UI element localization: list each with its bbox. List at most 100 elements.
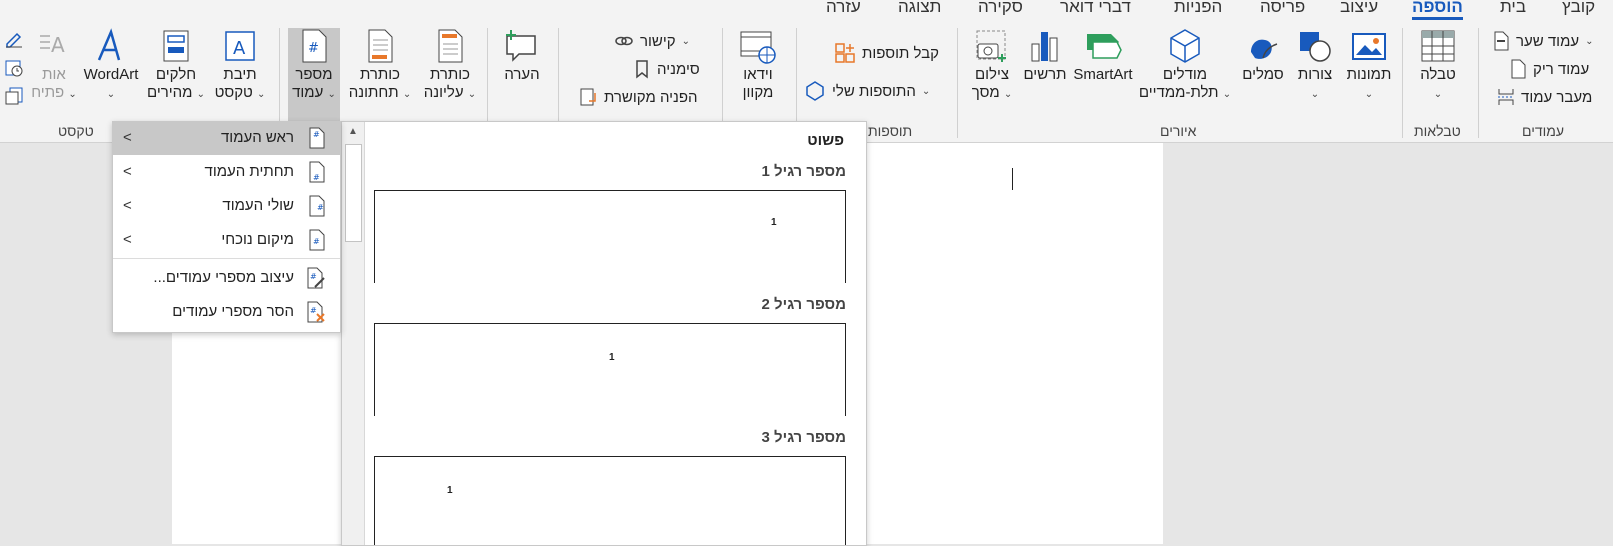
- text-cursor: [1012, 168, 1013, 190]
- table-button[interactable]: טבלה ⌄: [1412, 28, 1464, 102]
- chart-button[interactable]: תרשים: [1022, 28, 1068, 84]
- textbox-button[interactable]: A תיבת ⌄ טקסט: [212, 28, 268, 104]
- svg-text:#: #: [313, 173, 320, 182]
- chevron-down-icon: ⌄: [681, 35, 690, 47]
- page-margins-icon: #: [309, 195, 325, 217]
- group-separator: [957, 28, 958, 138]
- cover-page-button[interactable]: ⌄ עמוד שער: [1492, 30, 1594, 52]
- scrollbar-thumb[interactable]: [345, 144, 362, 242]
- header-button[interactable]: כותרת ⌄ עליונה: [420, 28, 480, 104]
- link-button[interactable]: ⌄ קישור: [614, 30, 690, 52]
- chevron-left-icon: <: [123, 197, 132, 214]
- smartart-icon: [1087, 34, 1122, 59]
- screenshot-camera-icon: [976, 30, 1006, 62]
- gallery-item-title: מספר רגיל 3: [761, 429, 846, 446]
- gallery-item-plain-number-1[interactable]: 1: [374, 190, 846, 283]
- picture-icon: [1352, 33, 1386, 60]
- cross-reference-button[interactable]: הפניה מקושרת: [578, 86, 698, 108]
- wordart-button[interactable]: WordArt ⌄: [82, 28, 140, 102]
- textbox-icon: A: [225, 31, 255, 61]
- menu-item-format-page-numbers[interactable]: עיצוב מספרי עמודים... #: [113, 262, 340, 295]
- chevron-down-icon: ⌄: [1364, 89, 1374, 100]
- tab-review[interactable]: סקירה: [978, 0, 1023, 17]
- page-break-icon: [1498, 89, 1514, 105]
- menu-item-remove-page-numbers[interactable]: הסר מספרי עמודים #: [113, 296, 340, 329]
- gallery-item-plain-number-3[interactable]: 1: [374, 456, 846, 545]
- quick-parts-icon: [163, 30, 189, 62]
- chevron-down-icon: ⌄: [1585, 35, 1594, 47]
- chevron-down-icon: ⌄: [402, 89, 412, 100]
- svg-text:A: A: [51, 33, 65, 57]
- tab-file[interactable]: קובץ: [1562, 0, 1595, 17]
- shapes-icon: [1300, 32, 1331, 62]
- ribbon-tabs: קובץ בית הוספה עיצוב פריסה הפניות דברי ד…: [0, 0, 1613, 20]
- group-label-pages: עמודים: [1522, 123, 1565, 139]
- page-number-preview: 1: [771, 217, 777, 228]
- svg-text:#: #: [313, 237, 320, 246]
- bottom-of-page-icon: #: [309, 161, 325, 183]
- menu-item-bottom-of-page[interactable]: < תחתית העמוד #: [113, 156, 340, 189]
- chevron-left-icon: <: [123, 231, 132, 248]
- menu-item-page-margins[interactable]: < שולי העמוד #: [113, 190, 340, 223]
- menu-item-current-position[interactable]: < מיקום נוכחי #: [113, 224, 340, 257]
- drop-cap-button[interactable]: A אות ⌄ פתיח: [30, 28, 78, 104]
- page-number-menu: < ראש העמוד # < תחתית העמוד # < שולי העמ…: [112, 121, 341, 333]
- online-video-icon: [740, 31, 776, 64]
- svg-text:#: #: [310, 272, 317, 281]
- my-addins-icon: [806, 81, 824, 101]
- svg-text:A: A: [233, 38, 246, 59]
- gallery-section-header: פשוט: [807, 132, 844, 149]
- menu-item-top-of-page[interactable]: < ראש העמוד #: [113, 122, 340, 155]
- gallery-scrollbar[interactable]: ▲: [342, 122, 365, 545]
- my-addins-button[interactable]: ⌄ התוספות שלי: [804, 80, 930, 102]
- smartart-button[interactable]: SmartArt: [1072, 28, 1134, 84]
- svg-text:#: #: [317, 203, 324, 212]
- bar-chart-icon: [1031, 32, 1058, 62]
- header-page-icon: [438, 29, 463, 63]
- tab-help[interactable]: עזרה: [826, 0, 861, 17]
- page-number-gallery: ▲ פשוט מספר רגיל 1 1 מספר רגיל 2 1 מספר …: [341, 121, 867, 546]
- svg-text:#: #: [308, 41, 319, 56]
- footer-button[interactable]: כותרת ⌄ תחתונה: [344, 28, 416, 104]
- remove-page-numbers-icon: #: [307, 301, 325, 323]
- comment-button[interactable]: הערה: [496, 28, 548, 84]
- tab-references[interactable]: הפניות: [1174, 0, 1222, 17]
- quick-parts-button[interactable]: חלקים ⌄ מהירים: [144, 28, 208, 104]
- date-time-icon[interactable]: [4, 58, 24, 78]
- tab-mailings[interactable]: דברי דואר: [1060, 0, 1131, 17]
- bookmark-icon: [636, 60, 648, 79]
- footer-page-icon: [368, 29, 393, 63]
- group-label-tables: טבלאות: [1414, 123, 1461, 139]
- tab-layout[interactable]: פריסה: [1260, 0, 1305, 17]
- shapes-button[interactable]: צורות ⌄: [1292, 28, 1338, 102]
- get-addins-button[interactable]: קבל תוספות: [834, 42, 939, 64]
- tab-design[interactable]: עיצוב: [1340, 0, 1378, 17]
- pictures-button[interactable]: תמונות ⌄: [1342, 28, 1396, 102]
- object-icon[interactable]: [4, 86, 24, 106]
- icons-button[interactable]: סמלים: [1240, 28, 1286, 84]
- chevron-down-icon: ⌄: [1310, 89, 1320, 100]
- online-video-button[interactable]: וידאו מקוון: [730, 28, 786, 102]
- page-number-button[interactable]: # מספר ⌄ עמוד: [288, 28, 340, 122]
- gallery-item-plain-number-2[interactable]: 1: [374, 323, 846, 416]
- 3d-models-button[interactable]: מודלים ⌄ תלת-ממדיים: [1136, 28, 1234, 104]
- page-number-icon: #: [302, 29, 327, 63]
- screenshot-button[interactable]: צילום ⌄ מסך: [966, 28, 1018, 104]
- chevron-down-icon: ⌄: [467, 89, 477, 100]
- table-icon: [1421, 30, 1455, 62]
- wordart-icon: [97, 28, 121, 61]
- signature-line-icon[interactable]: [4, 28, 24, 48]
- tab-home[interactable]: בית: [1500, 0, 1526, 17]
- group-label-text: טקסט: [58, 123, 94, 139]
- chevron-down-icon: ⌄: [1433, 89, 1443, 100]
- format-page-numbers-icon: #: [307, 267, 325, 289]
- svg-text:#: #: [310, 306, 317, 315]
- scroll-up-icon[interactable]: ▲: [345, 124, 361, 140]
- page-break-button[interactable]: מעבר עמוד: [1497, 86, 1592, 108]
- gallery-item-title: מספר רגיל 1: [761, 163, 846, 180]
- blank-page-button[interactable]: עמוד ריק: [1509, 58, 1589, 80]
- top-of-page-icon: #: [309, 127, 325, 149]
- tab-insert[interactable]: הוספה: [1412, 0, 1463, 20]
- tab-view[interactable]: תצוגה: [898, 0, 941, 17]
- bookmark-button[interactable]: סימניה: [633, 58, 700, 80]
